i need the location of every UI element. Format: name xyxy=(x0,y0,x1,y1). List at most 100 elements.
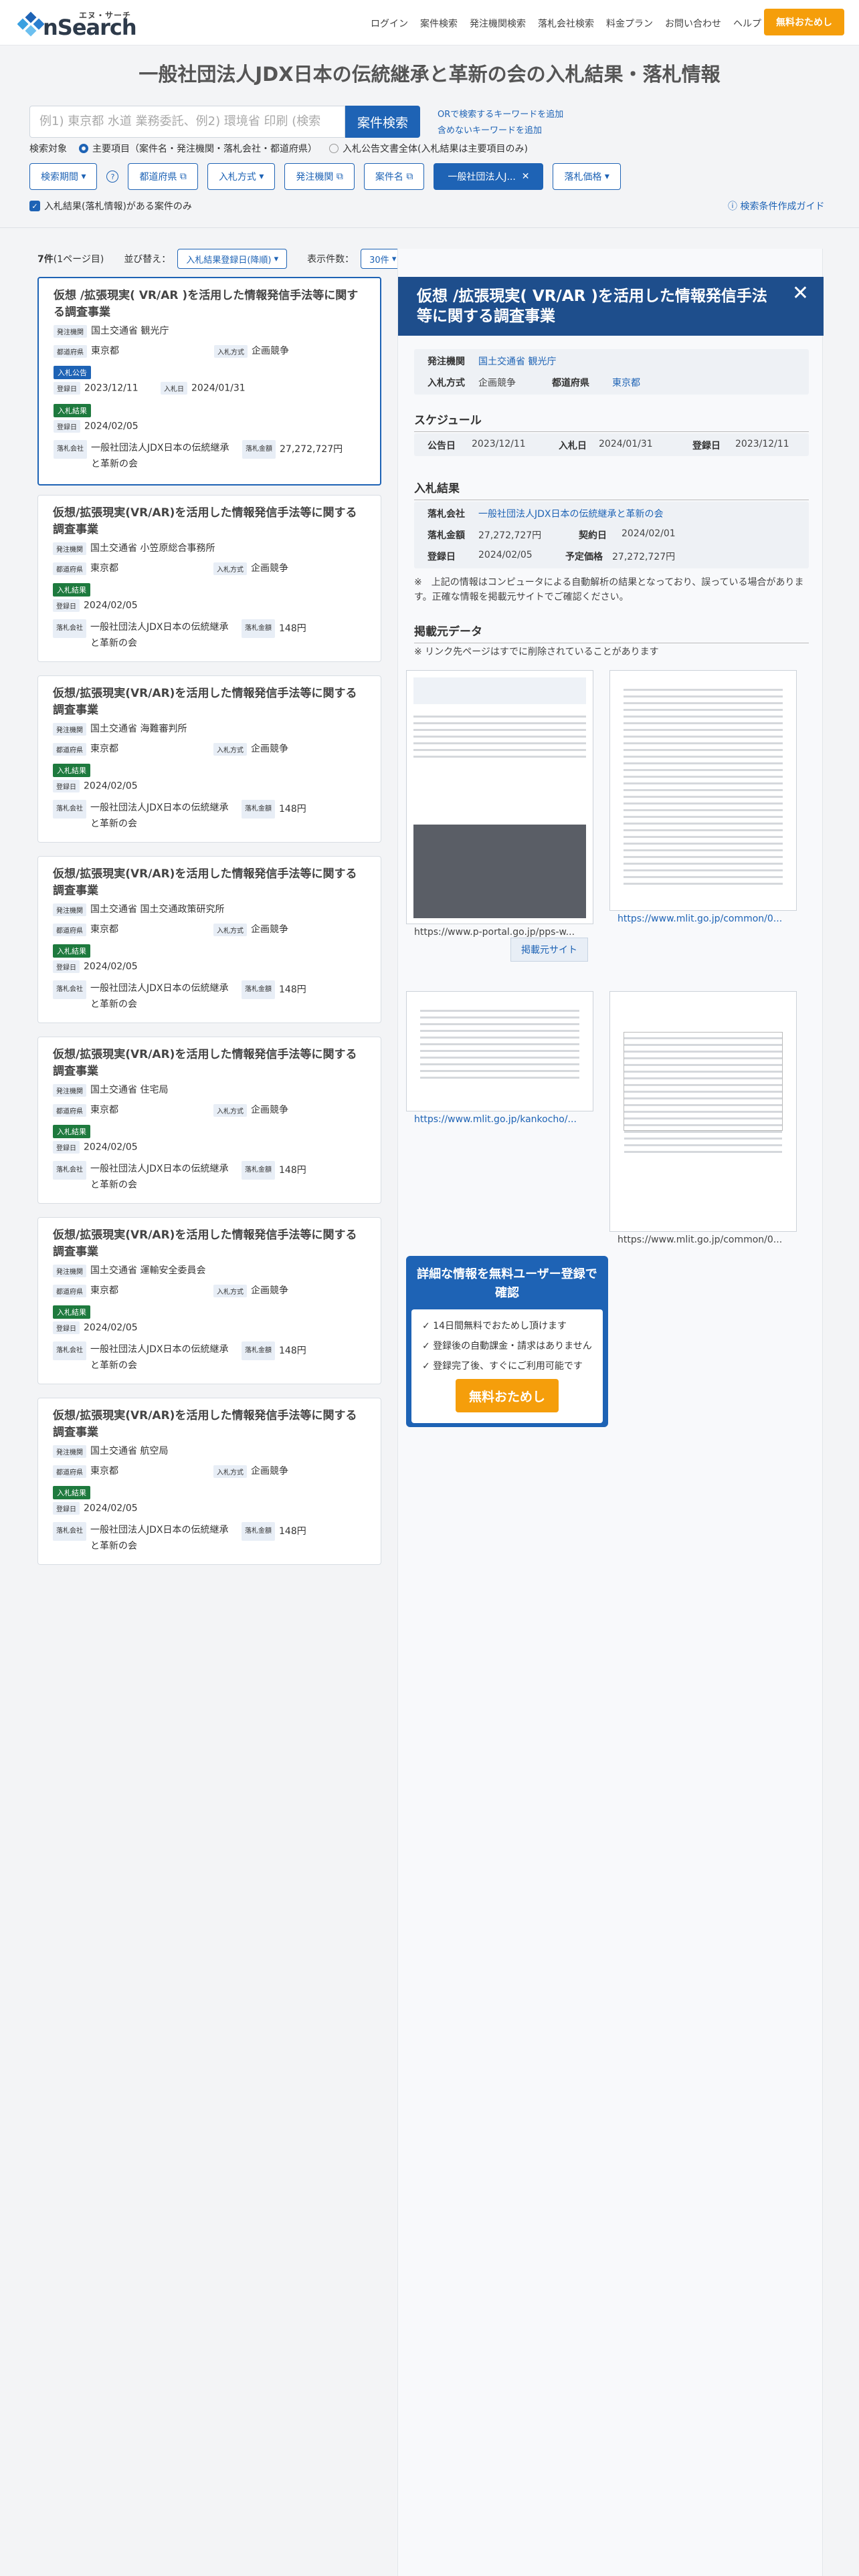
amount-tag: 落札金額 xyxy=(242,1161,275,1180)
clear-filter-icon[interactable]: ✕ xyxy=(522,171,530,182)
filter-project-name-label: 案件名 xyxy=(375,172,403,183)
card-title[interactable]: 仮想/拡張現実(VR/AR)を活用した情報発信手法等に関する調査事業 xyxy=(53,1047,366,1080)
search-input[interactable]: 例1) 東京都 水道 業務委託、例2) 環境省 印刷 (検索 xyxy=(29,106,345,138)
card-amount: 148円 xyxy=(279,1526,306,1537)
card-winner: 一般社団法人JDX日本の伝統継承と革新の会 xyxy=(90,1525,229,1551)
reg-key: 登録日 xyxy=(692,441,721,451)
result-page: (1ページ目) xyxy=(53,254,104,265)
thumb-1-caption[interactable]: https://www.p-portal.go.jp/pps-w... xyxy=(414,927,575,938)
add-exclude-keyword-link[interactable]: 含めないキーワードを追加 xyxy=(438,123,542,136)
result-badge-row: 入札結果 xyxy=(53,944,366,958)
card-title[interactable]: 仮想/拡張現実(VR/AR)を活用した情報発信手法等に関する調査事業 xyxy=(53,505,366,538)
card-amount: 148円 xyxy=(279,804,306,815)
cta-item-1-text: 14日間無料でおためし頂けます xyxy=(433,1321,567,1331)
card-agency-row: 発注機関 国土交通省 国土交通政策研究所 xyxy=(53,902,366,920)
reg-tag: 登録日 xyxy=(53,1502,80,1515)
radio-full-text-label: 入札公告文書全体(入札結果は主要項目のみ) xyxy=(343,144,528,154)
filter-method[interactable]: 入札方式 ▾ xyxy=(207,163,276,190)
results-only-filter: ✓ 入札結果(落札情報)がある案件のみ xyxy=(29,199,192,213)
search-button[interactable]: 案件検索 xyxy=(345,106,420,138)
filter-winner-active[interactable]: 一般社団法人J... ✕ xyxy=(434,163,544,190)
result-badge: 入札結果 xyxy=(53,1125,90,1138)
thumb-3-lines xyxy=(420,1005,579,1097)
nav-pricing[interactable]: 料金プラン xyxy=(606,17,653,30)
card-pref: 東京都 xyxy=(90,563,118,574)
pref-value[interactable]: 東京都 xyxy=(612,376,640,389)
card-amount: 148円 xyxy=(279,1346,306,1356)
card-result-reg: 2024/02/05 xyxy=(84,961,138,972)
cta-body: ✓ 14日間無料でおためし頂けます ✓ 登録後の自動課金・請求はありません ✓ … xyxy=(411,1309,603,1423)
result-card[interactable]: 仮想/拡張現実(VR/AR)を活用した情報発信手法等に関する調査事業発注機関 国土… xyxy=(37,856,381,1023)
result-card[interactable]: 仮想/拡張現実(VR/AR)を活用した情報発信手法等に関する調査事業発注機関 国土… xyxy=(37,1217,381,1384)
card-method: 企画競争 xyxy=(251,744,288,754)
agency-value[interactable]: 国土交通省 観光庁 xyxy=(478,354,556,368)
radio-full-text[interactable] xyxy=(329,144,339,153)
card-result-row: 登録日 2024/02/05 xyxy=(53,780,366,797)
result-card[interactable]: 仮想/拡張現実(VR/AR)を活用した情報発信手法等に関する調査事業 発注機関 国土… xyxy=(37,495,381,662)
card-agency-row: 発注機関 国土交通省 運輸安全委員会 xyxy=(53,1263,366,1281)
filter-price[interactable]: 落札価格 ▾ xyxy=(553,163,621,190)
source-thumb-4[interactable] xyxy=(609,991,797,1232)
filter-prefecture[interactable]: 都道府県 ⧉ xyxy=(128,163,198,190)
winner-value[interactable]: 一般社団法人JDX日本の伝統継承と革新の会 xyxy=(478,507,664,520)
card-pref-row: 都道府県 東京都 入札方式 企画競争 xyxy=(53,561,366,578)
winner-tag: 落札会社 xyxy=(54,440,87,459)
card-title[interactable]: 仮想/拡張現実(VR/AR)を活用した情報発信手法等に関する調査事業 xyxy=(53,1227,366,1261)
card-pref-row: 都道府県 東京都 入札方式 企画競争 xyxy=(53,1283,366,1301)
logo-mark-icon xyxy=(17,11,44,37)
card-result-reg: 2024/02/05 xyxy=(84,1142,138,1153)
card-agency: 国土交通省 国土交通政策研究所 xyxy=(90,904,225,915)
card-title[interactable]: 仮想/拡張現実(VR/AR)を活用した情報発信手法等に関する調査事業 xyxy=(53,866,366,899)
logo[interactable]: エヌ・サーチ nSearch xyxy=(17,8,151,40)
help-icon[interactable]: ? xyxy=(106,171,119,183)
amount-tag: 落札金額 xyxy=(242,1522,275,1541)
result-count: 7件 xyxy=(37,254,54,265)
checkbox-icon[interactable]: ✓ xyxy=(29,201,40,211)
result-card[interactable]: 仮想 /拡張現実( VR/AR )を活用した情報発信手法等に関する調査事業 発注機… xyxy=(37,277,381,486)
card-title[interactable]: 仮想/拡張現実(VR/AR)を活用した情報発信手法等に関する調査事業 xyxy=(53,1408,366,1441)
amount-tag: 落札金額 xyxy=(242,800,275,819)
filter-project-name[interactable]: 案件名 ⧉ xyxy=(363,163,425,190)
nav-contact[interactable]: お問い合わせ xyxy=(665,17,721,30)
nav-login[interactable]: ログイン xyxy=(371,17,408,30)
source-thumb-1[interactable] xyxy=(406,670,593,924)
cta-trial-button[interactable]: 無料おためし xyxy=(456,1379,559,1412)
source-thumb-3[interactable] xyxy=(406,991,593,1111)
card-winner-row: 落札会社 一般社団法人JDX日本の伝統継承と革新の会 落札金額 148円 xyxy=(53,1522,366,1554)
nav-project-search[interactable]: 案件検索 xyxy=(420,17,458,30)
filter-period[interactable]: 検索期間 ▾ xyxy=(29,163,98,190)
search-guide-link[interactable]: ⓘ 検索条件作成ガイド xyxy=(728,199,824,213)
reg-tag: 登録日 xyxy=(53,960,80,973)
card-title[interactable]: 仮想/拡張現実(VR/AR)を活用した情報発信手法等に関する調査事業 xyxy=(53,685,366,719)
card-agency: 国土交通省 観光庁 xyxy=(91,326,169,336)
radio-main-fields[interactable] xyxy=(79,144,88,153)
source-site-button[interactable]: 掲載元サイト xyxy=(510,938,588,962)
free-trial-button[interactable]: 無料おためし xyxy=(764,9,844,35)
nav-agency-search[interactable]: 発注機関検索 xyxy=(470,17,526,30)
card-agency: 国土交通省 海難審判所 xyxy=(90,724,187,734)
reg-tag: 登録日 xyxy=(54,420,80,433)
thumb-2-caption[interactable]: https://www.mlit.go.jp/common/0... xyxy=(617,914,782,924)
contract-value: 2024/02/01 xyxy=(622,528,676,539)
result-card[interactable]: 仮想/拡張現実(VR/AR)を活用した情報発信手法等に関する調査事業発注機関 国土… xyxy=(37,1398,381,1565)
close-icon[interactable]: ✕ xyxy=(792,284,809,304)
detail-panel: 仮想 /拡張現実( VR/AR )を活用した情報発信手法等に関する調査事業 ✕ … xyxy=(397,249,824,2576)
nav-help[interactable]: ヘルプ xyxy=(733,17,761,30)
nav-winner-search[interactable]: 落札会社検索 xyxy=(538,17,594,30)
bid-value: 2024/01/31 xyxy=(599,439,653,449)
card-title[interactable]: 仮想 /拡張現実( VR/AR )を活用した情報発信手法等に関する調査事業 xyxy=(54,288,365,321)
filter-agency[interactable]: 発注機関 ⧉ xyxy=(284,163,355,190)
thumb-3-caption[interactable]: https://www.mlit.go.jp/kankocho/... xyxy=(414,1114,577,1125)
add-or-keyword-link[interactable]: ORで検索するキーワードを追加 xyxy=(438,107,563,120)
card-agency-row: 発注機関 国土交通省 航空局 xyxy=(53,1444,366,1461)
thumb-4-caption[interactable]: https://www.mlit.go.jp/common/0... xyxy=(617,1235,782,1245)
source-thumb-2[interactable] xyxy=(609,670,797,911)
result-card[interactable]: 仮想/拡張現実(VR/AR)を活用した情報発信手法等に関する調査事業 発注機関 国土… xyxy=(37,1037,381,1204)
result-toolbar: 7件 (1ページ目) 並び替え： 入札結果登録日(降順) ▾ 表示件数： 30件… xyxy=(37,249,425,269)
bid-key: 入札日 xyxy=(559,441,587,451)
pref-tag: 都道府県 xyxy=(53,923,86,936)
result-card[interactable]: 仮想/拡張現実(VR/AR)を活用した情報発信手法等に関する調査事業 発注機関 国土… xyxy=(37,675,381,843)
sort-select[interactable]: 入札結果登録日(降順) ▾ xyxy=(177,249,288,269)
per-page-label: 表示件数： xyxy=(307,254,355,265)
agency-tag: 発注機関 xyxy=(53,1083,86,1097)
